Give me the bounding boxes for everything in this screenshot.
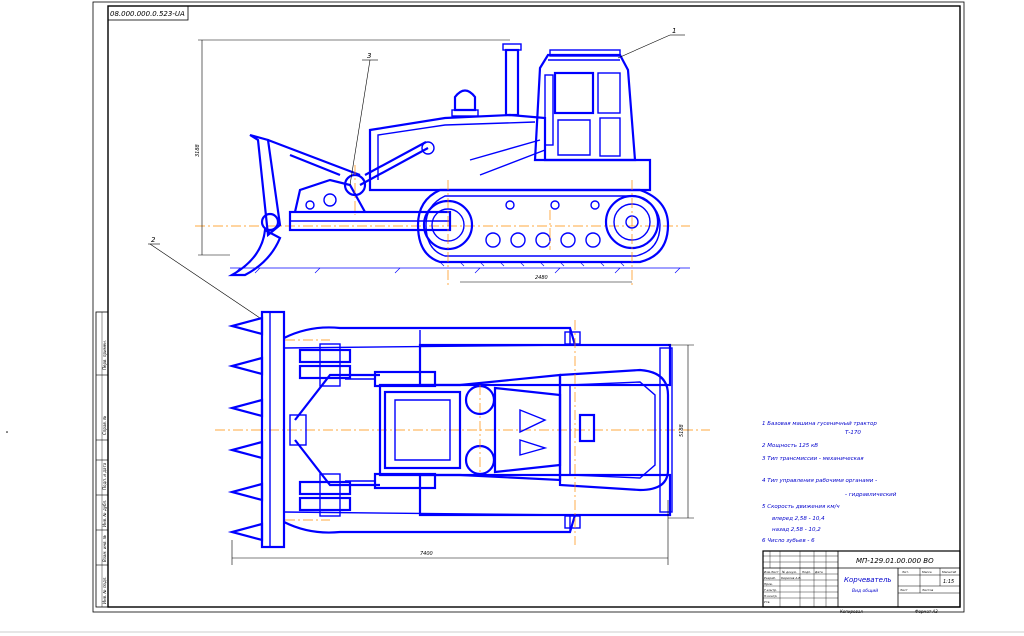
rake-teeth — [227, 316, 264, 542]
plan-view: 5188 7400 — [215, 310, 710, 565]
callout-1: 1 — [672, 27, 676, 35]
callout-2: 2 — [151, 236, 156, 244]
format-label: Формат А3 — [915, 609, 938, 614]
ripper-arm — [249, 133, 282, 238]
row-label-3: Т.контр. — [764, 588, 777, 592]
sheets-label: Листов — [921, 588, 933, 592]
spec-note-6: 6 Число зубьев - 6 — [762, 538, 815, 544]
push-arm-upper — [283, 326, 577, 346]
track-left — [418, 343, 672, 387]
tilt-cylinder — [267, 138, 361, 177]
road-wheels — [485, 200, 601, 248]
title-block: Изм. Лист № докум. Подп. Дата Разраб. Ки… — [762, 550, 961, 608]
row-label-5: Утв. — [764, 600, 770, 604]
col-label-4: Подп. — [802, 570, 811, 574]
row-label-4: Н.контр. — [764, 594, 777, 598]
spec-note-5: 5 Скорость движения км/ч — [762, 504, 840, 510]
spec-note-5b: назад 2,58 - 10,2 — [772, 527, 821, 533]
spec-note-2: 2 Мощность 125 кВ — [762, 443, 818, 449]
spec-note-3: 3 Тип трансмиссии - механическая — [762, 456, 864, 462]
strip-label-4: Инв. № дубл. — [102, 500, 107, 527]
sheet-label: Лист — [899, 588, 908, 592]
rev-name: Кирилов А.В. — [781, 576, 801, 580]
spec-note-5a: вперед 2,58 - 10,4 — [772, 516, 825, 522]
drawing-code-box: 08.000.000.0.523-UA — [107, 5, 189, 21]
scale-label: Масштаб — [942, 570, 956, 574]
title-block-subtitle: Вид общий — [852, 588, 878, 594]
lit-label: Лит. — [901, 570, 909, 574]
strip-label-1: Перв. примен. — [102, 340, 107, 370]
tractor-body — [368, 113, 652, 192]
length-dimension: 7400 — [420, 551, 433, 557]
col-label-2: Лист — [770, 570, 779, 574]
row-label-1: Разраб. — [764, 576, 776, 580]
mass-label: Масса — [922, 570, 932, 574]
title-block-code: МП-129.01.00.000 ВО — [856, 557, 934, 565]
spec-note-1b: Т-170 — [845, 430, 861, 436]
left-strip: Перв. примен. Справ. № Подп. и дата Инв.… — [95, 311, 109, 608]
drawing-sheet: 08.000.000.0.523-UA Перв. примен. Справ.… — [0, 1, 1024, 633]
col-label-3: № докум. — [781, 570, 797, 574]
copied-label: Копировал — [840, 609, 863, 614]
strip-label-3: Подп. и дата — [102, 462, 107, 490]
row-label-2: Пров. — [764, 582, 773, 586]
rake-blade — [260, 310, 286, 549]
side-view: 3188 2480 1 3 2 — [148, 27, 690, 319]
strip-label-2: Справ. № — [102, 416, 107, 435]
sheet-frame — [0, 1, 1024, 633]
spec-note-1: 1 Базовая машина гусеничный трактор — [762, 421, 877, 427]
spec-note-4: 4 Тип управления рабочими органами - — [762, 478, 877, 484]
strip-label-6: Инв. № подл. — [102, 576, 107, 604]
exhaust-pipe — [504, 48, 520, 117]
col-label-5: Дата — [814, 570, 823, 574]
scale-value: 1:15 — [943, 579, 954, 585]
height-dimension: 3188 — [195, 144, 201, 157]
width-dimension: 5188 — [679, 424, 685, 437]
track-right — [418, 473, 672, 517]
spec-notes: 1 Базовая машина гусеничный трактор Т-17… — [762, 421, 897, 544]
callout-3: 3 — [367, 52, 371, 60]
strip-label-5: Взам. инв. № — [102, 535, 107, 562]
spec-note-4b: - гидравлический — [845, 492, 897, 498]
stray-dot — [6, 431, 8, 433]
track-base-dimension: 2480 — [535, 275, 548, 281]
push-arm-lower — [283, 514, 577, 534]
beacon — [453, 89, 477, 112]
title-block-title: Корчеватель — [844, 576, 892, 584]
drawing-code-top: 08.000.000.0.523-UA — [110, 10, 185, 18]
